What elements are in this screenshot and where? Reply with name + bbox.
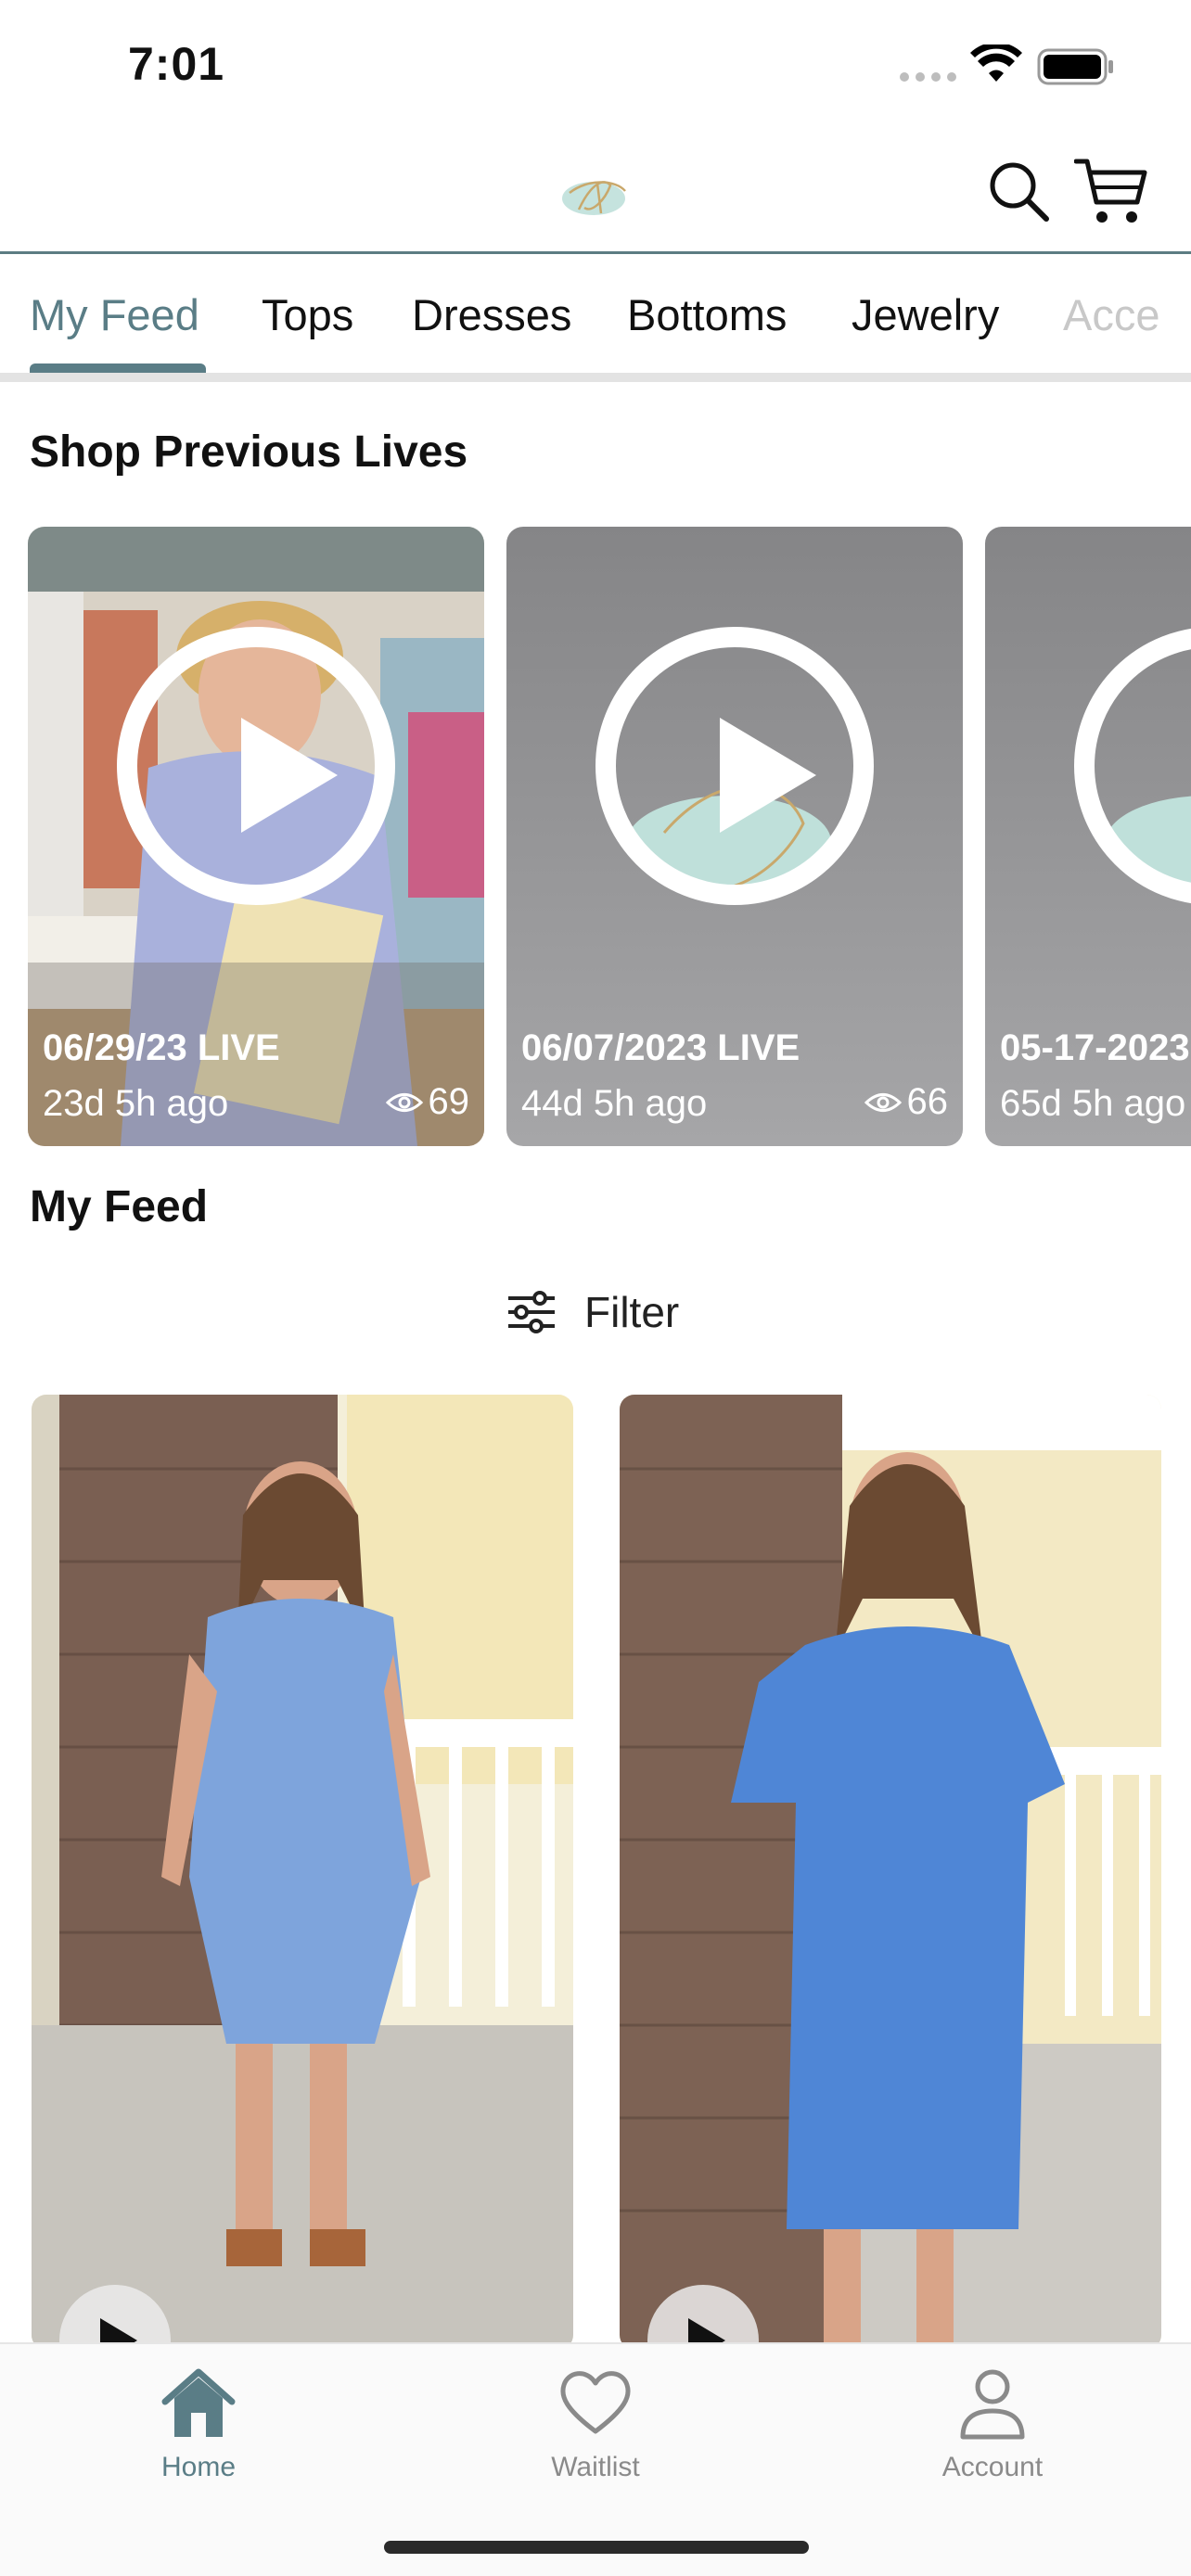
live-date: 06/29/23 LIVE [43,1027,280,1068]
eye-icon [864,1092,902,1112]
live-view-count: 69 [385,1081,469,1123]
live-time-ago: 44d 5h ago [521,1083,708,1124]
shop-previous-lives-title: Shop Previous Lives [30,427,468,477]
nav-home-label: Home [160,2452,237,2482]
status-bar: 7:01 [0,0,1191,130]
brand-logo-icon[interactable] [551,165,640,226]
tab-tops[interactable]: Tops [262,289,353,340]
live-card[interactable]: 05-17-2023 65d 5h ago [985,527,1191,1146]
live-date: 05-17-2023 [1000,1027,1190,1068]
filter-button[interactable]: Filter [506,1287,679,1337]
live-card[interactable]: 06/07/2023 LIVE 44d 5h ago 66 [506,527,963,1146]
filter-label: Filter [584,1288,680,1336]
live-date: 06/07/2023 LIVE [521,1027,800,1068]
nav-home[interactable]: Home [96,2363,301,2483]
nav-waitlist-label: Waitlist [551,2452,640,2482]
tab-bottoms[interactable]: Bottoms [627,289,787,340]
play-button-icon[interactable] [596,627,874,905]
live-time-ago: 65d 5h ago [1000,1083,1186,1124]
my-feed-title: My Feed [30,1182,209,1231]
eye-icon [385,1092,423,1112]
wifi-icon [970,45,1022,82]
app-header [0,130,1191,254]
filter-sliders-icon [508,1291,555,1333]
tab-accessories[interactable]: Acce [1063,289,1160,340]
active-tab-indicator [30,363,206,373]
nav-waitlist[interactable]: Waitlist [493,2363,698,2483]
nav-account-label: Account [941,2452,1044,2482]
home-icon [161,2368,236,2437]
product-image [620,1395,1161,2350]
live-card[interactable]: 06/29/23 LIVE 23d 5h ago 69 [28,527,484,1146]
tab-jewelry[interactable]: Jewelry [852,289,999,340]
tab-my-feed[interactable]: My Feed [30,289,199,340]
heart-icon [560,2371,631,2434]
nav-account[interactable]: Account [890,2363,1095,2483]
signal-icon [900,72,956,82]
live-view-count: 66 [864,1081,948,1123]
product-image [32,1395,573,2350]
category-tabs: My Feed Tops Dresses Bottoms Jewelry Acc… [0,256,1191,382]
play-button-icon[interactable] [117,627,395,905]
status-time: 7:01 [128,38,225,90]
home-indicator[interactable] [384,2541,809,2554]
search-icon[interactable] [985,158,1052,224]
live-time-ago: 23d 5h ago [43,1083,229,1124]
cart-icon[interactable] [1074,156,1148,226]
product-card[interactable] [32,1395,573,2350]
person-icon [960,2369,1025,2440]
tab-dresses[interactable]: Dresses [412,289,571,340]
battery-icon [1037,48,1113,85]
product-card[interactable] [620,1395,1161,2350]
live-carousel[interactable]: 06/29/23 LIVE 23d 5h ago 69 06/07/2023 L… [0,527,1191,1148]
